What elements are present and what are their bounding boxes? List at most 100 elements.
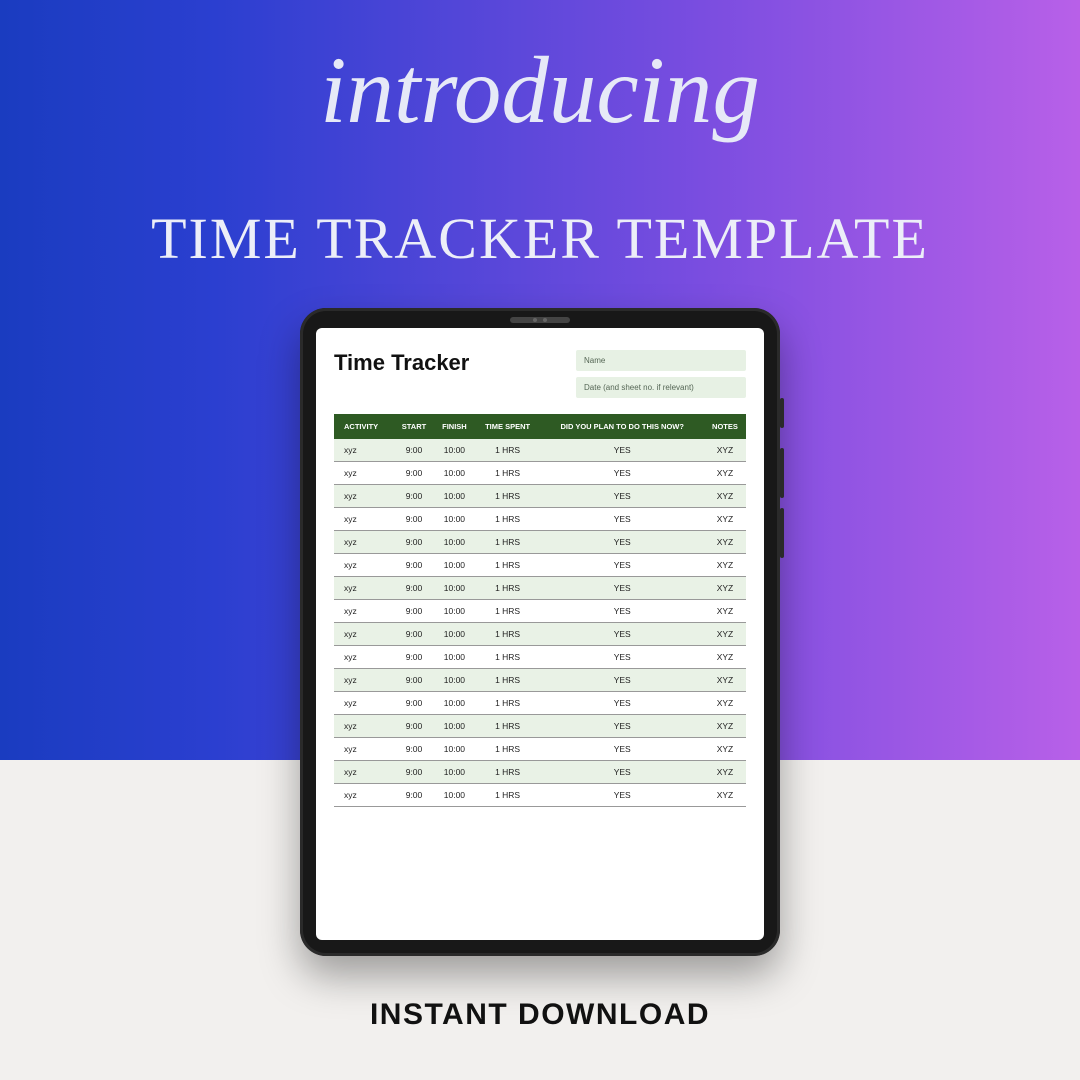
cell-activity: xyz [334,784,394,807]
cell-activity: xyz [334,462,394,485]
tablet-side-button [780,448,784,498]
tablet-screen: Time Tracker Name Date (and sheet no. if… [316,328,764,940]
cell-finish: 10:00 [434,577,475,600]
cell-time_spent: 1 HRS [475,508,541,531]
table-body: xyz9:0010:001 HRSYESXYZxyz9:0010:001 HRS… [334,439,746,807]
cell-time_spent: 1 HRS [475,715,541,738]
cell-time_spent: 1 HRS [475,646,541,669]
cell-plan: YES [541,508,704,531]
cell-time_spent: 1 HRS [475,485,541,508]
instant-download-label: INSTANT DOWNLOAD [0,998,1080,1032]
cell-plan: YES [541,623,704,646]
cell-start: 9:00 [394,646,434,669]
col-activity: ACTIVITY [334,414,394,439]
cell-time_spent: 1 HRS [475,531,541,554]
cell-plan: YES [541,439,704,462]
cell-finish: 10:00 [434,439,475,462]
tablet-mockup: Time Tracker Name Date (and sheet no. if… [300,308,780,956]
cell-finish: 10:00 [434,554,475,577]
table-row: xyz9:0010:001 HRSYESXYZ [334,577,746,600]
table-row: xyz9:0010:001 HRSYESXYZ [334,439,746,462]
cell-finish: 10:00 [434,508,475,531]
cell-activity: xyz [334,738,394,761]
date-field[interactable]: Date (and sheet no. if relevant) [576,377,746,398]
cell-finish: 10:00 [434,485,475,508]
cell-notes: XYZ [704,623,746,646]
cell-start: 9:00 [394,715,434,738]
cell-notes: XYZ [704,577,746,600]
table-row: xyz9:0010:001 HRSYESXYZ [334,738,746,761]
cell-finish: 10:00 [434,715,475,738]
cell-time_spent: 1 HRS [475,669,541,692]
cell-start: 9:00 [394,485,434,508]
cell-activity: xyz [334,761,394,784]
table-row: xyz9:0010:001 HRSYESXYZ [334,646,746,669]
cell-activity: xyz [334,715,394,738]
cell-finish: 10:00 [434,462,475,485]
table-row: xyz9:0010:001 HRSYESXYZ [334,784,746,807]
table-row: xyz9:0010:001 HRSYESXYZ [334,692,746,715]
col-time-spent: TIME SPENT [475,414,541,439]
cell-activity: xyz [334,439,394,462]
cell-plan: YES [541,738,704,761]
document-title: Time Tracker [334,350,469,376]
cell-time_spent: 1 HRS [475,439,541,462]
cell-time_spent: 1 HRS [475,738,541,761]
cell-plan: YES [541,692,704,715]
table-row: xyz9:0010:001 HRSYESXYZ [334,462,746,485]
cell-notes: XYZ [704,462,746,485]
cell-activity: xyz [334,577,394,600]
cell-plan: YES [541,784,704,807]
cell-time_spent: 1 HRS [475,462,541,485]
table-row: xyz9:0010:001 HRSYESXYZ [334,554,746,577]
cell-time_spent: 1 HRS [475,623,541,646]
cell-plan: YES [541,669,704,692]
table-row: xyz9:0010:001 HRSYESXYZ [334,485,746,508]
cell-start: 9:00 [394,577,434,600]
cell-start: 9:00 [394,692,434,715]
table-row: xyz9:0010:001 HRSYESXYZ [334,715,746,738]
cell-finish: 10:00 [434,531,475,554]
cell-notes: XYZ [704,439,746,462]
cell-time_spent: 1 HRS [475,761,541,784]
cell-notes: XYZ [704,646,746,669]
cell-notes: XYZ [704,715,746,738]
cell-time_spent: 1 HRS [475,600,541,623]
tablet-camera-icon [510,317,570,323]
col-start: START [394,414,434,439]
cell-finish: 10:00 [434,692,475,715]
cell-plan: YES [541,600,704,623]
cell-finish: 10:00 [434,646,475,669]
cell-activity: xyz [334,531,394,554]
cell-activity: xyz [334,508,394,531]
cell-activity: xyz [334,623,394,646]
time-tracker-table: ACTIVITY START FINISH TIME SPENT DID YOU… [334,414,746,807]
cell-start: 9:00 [394,600,434,623]
name-field[interactable]: Name [576,350,746,371]
cell-start: 9:00 [394,439,434,462]
tablet-side-button [780,508,784,558]
cell-notes: XYZ [704,600,746,623]
cell-time_spent: 1 HRS [475,692,541,715]
cell-start: 9:00 [394,623,434,646]
cell-notes: XYZ [704,761,746,784]
table-row: xyz9:0010:001 HRSYESXYZ [334,669,746,692]
col-plan: DID YOU PLAN TO DO THIS NOW? [541,414,704,439]
cell-plan: YES [541,761,704,784]
cell-notes: XYZ [704,738,746,761]
cell-start: 9:00 [394,554,434,577]
cell-notes: XYZ [704,485,746,508]
cell-finish: 10:00 [434,623,475,646]
script-overline: introducing [0,35,1080,145]
cell-notes: XYZ [704,784,746,807]
cell-finish: 10:00 [434,600,475,623]
cell-start: 9:00 [394,531,434,554]
cell-finish: 10:00 [434,669,475,692]
cell-activity: xyz [334,600,394,623]
cell-start: 9:00 [394,508,434,531]
cell-notes: XYZ [704,508,746,531]
cell-start: 9:00 [394,462,434,485]
cell-time_spent: 1 HRS [475,554,541,577]
cell-notes: XYZ [704,531,746,554]
cell-plan: YES [541,531,704,554]
